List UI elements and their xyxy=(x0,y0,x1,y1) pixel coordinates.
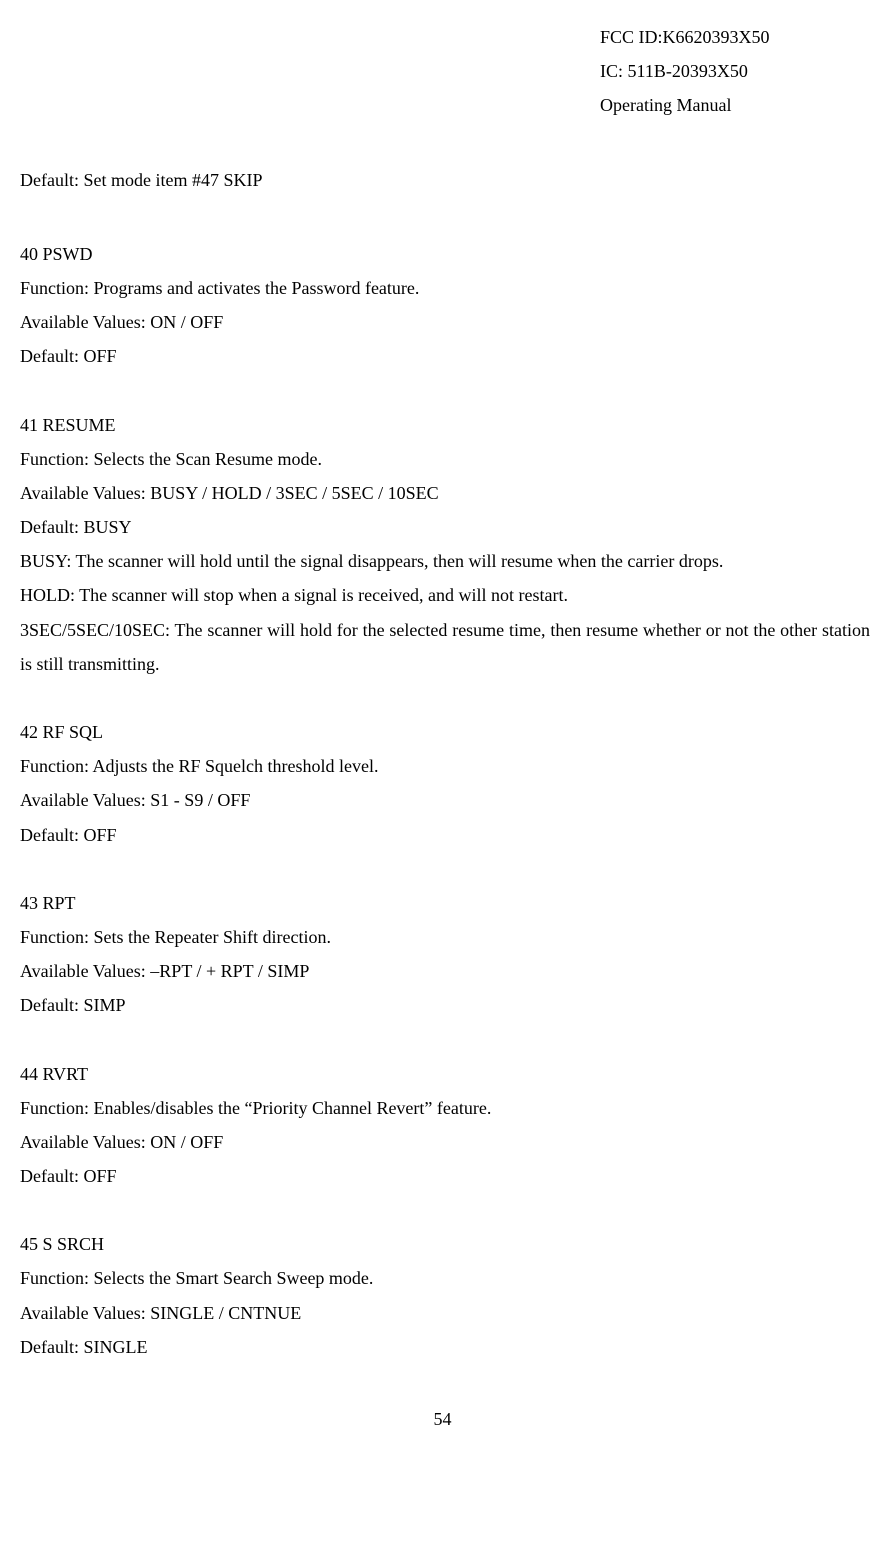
item-function: Function: Selects the Scan Resume mode. xyxy=(20,442,870,476)
item-extra: HOLD: The scanner will stop when a signa… xyxy=(20,578,870,612)
item-title: 45 S SRCH xyxy=(20,1227,870,1261)
item-available: Available Values: BUSY / HOLD / 3SEC / 5… xyxy=(20,476,870,510)
ic-id: IC: 511B-20393X50 xyxy=(600,54,885,88)
item-title: 42 RF SQL xyxy=(20,715,870,749)
item-title: 41 RESUME xyxy=(20,408,870,442)
item-42: 42 RF SQL Function: Adjusts the RF Squel… xyxy=(20,715,870,852)
item-44: 44 RVRT Function: Enables/disables the “… xyxy=(20,1057,870,1194)
item-default: Default: OFF xyxy=(20,1159,870,1193)
item-default: Default: OFF xyxy=(20,818,870,852)
item-40: 40 PSWD Function: Programs and activates… xyxy=(20,237,870,374)
item-default: Default: OFF xyxy=(20,339,870,373)
item-43: 43 RPT Function: Sets the Repeater Shift… xyxy=(20,886,870,1023)
item-available: Available Values: –RPT / + RPT / SIMP xyxy=(20,954,870,988)
item-available: Available Values: ON / OFF xyxy=(20,305,870,339)
page-content: Default: Set mode item #47 SKIP 40 PSWD … xyxy=(0,163,885,1364)
item-45: 45 S SRCH Function: Selects the Smart Se… xyxy=(20,1227,870,1364)
page-number: 54 xyxy=(0,1402,885,1436)
document-header: FCC ID:K6620393X50 IC: 511B-20393X50 Ope… xyxy=(0,20,885,123)
item-available: Available Values: ON / OFF xyxy=(20,1125,870,1159)
item-title: 40 PSWD xyxy=(20,237,870,271)
item-function: Function: Enables/disables the “Priority… xyxy=(20,1091,870,1125)
item-default: Default: SINGLE xyxy=(20,1330,870,1364)
item-default: Default: SIMP xyxy=(20,988,870,1022)
item-default: Default: BUSY xyxy=(20,510,870,544)
item-41: 41 RESUME Function: Selects the Scan Res… xyxy=(20,408,870,682)
item-extra: 3SEC/5SEC/10SEC: The scanner will hold f… xyxy=(20,613,870,681)
fcc-id: FCC ID:K6620393X50 xyxy=(600,20,885,54)
item-available: Available Values: S1 - S9 / OFF xyxy=(20,783,870,817)
item-function: Function: Selects the Smart Search Sweep… xyxy=(20,1261,870,1295)
item-title: 43 RPT xyxy=(20,886,870,920)
item-available: Available Values: SINGLE / CNTNUE xyxy=(20,1296,870,1330)
item-function: Function: Adjusts the RF Squelch thresho… xyxy=(20,749,870,783)
manual-title: Operating Manual xyxy=(600,88,885,122)
item-title: 44 RVRT xyxy=(20,1057,870,1091)
item-function: Function: Sets the Repeater Shift direct… xyxy=(20,920,870,954)
item-extra: BUSY: The scanner will hold until the si… xyxy=(20,544,870,578)
item-function: Function: Programs and activates the Pas… xyxy=(20,271,870,305)
default-skip-line: Default: Set mode item #47 SKIP xyxy=(20,163,870,197)
